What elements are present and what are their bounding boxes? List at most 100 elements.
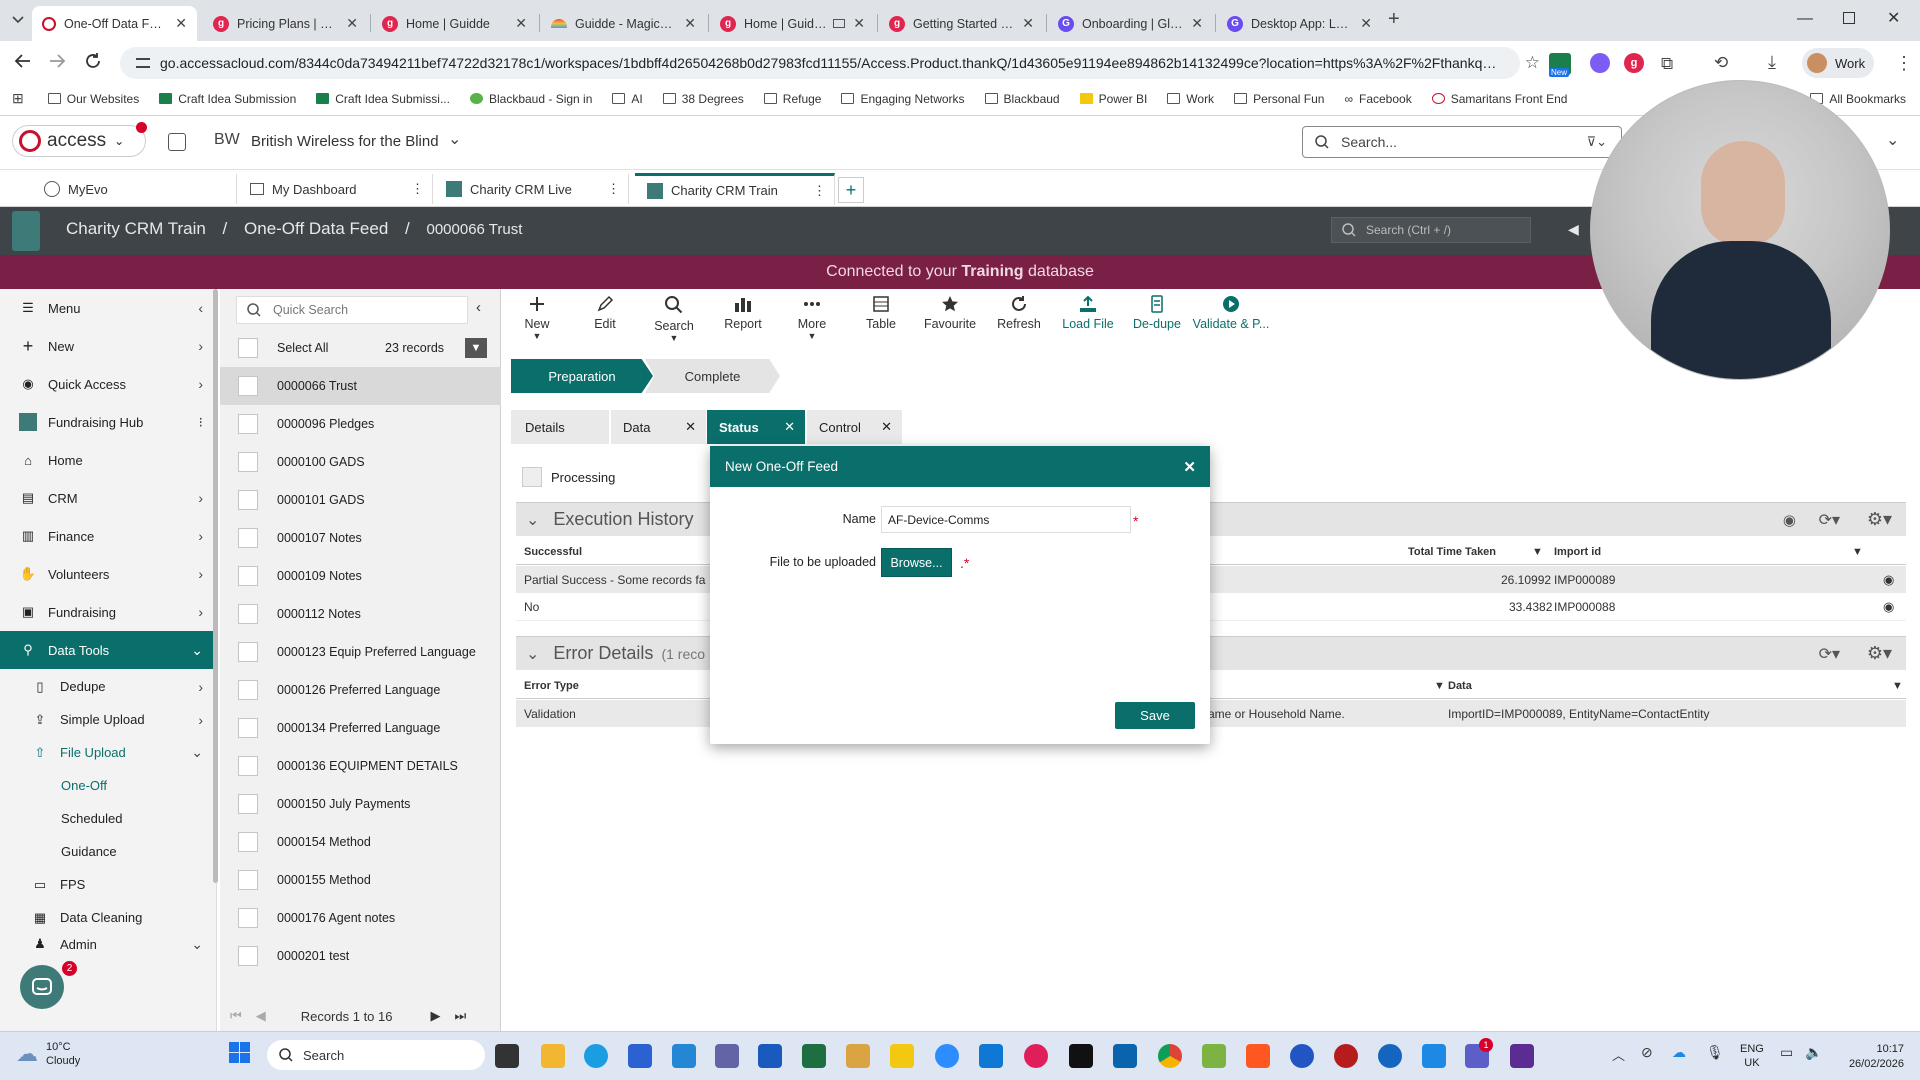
sidebar-item-file-upload[interactable]: ⇧ File Upload ⌄ (0, 736, 216, 769)
browser-tab[interactable]: g Home | Guidde ✕ (710, 6, 875, 41)
chevron-left-icon[interactable]: ‹ (198, 300, 203, 316)
list-item[interactable]: 0000155 Method (220, 861, 501, 899)
download-icon[interactable]: ⤓ (1768, 52, 1776, 73)
toolbar-dedupe-button[interactable]: De-dupe (1122, 295, 1192, 331)
row-checkbox[interactable] (238, 566, 258, 586)
refresh-icon[interactable]: ⟳▾ (1819, 510, 1840, 530)
sidebar-item-one-off[interactable]: One-Off (0, 769, 216, 802)
tab-status[interactable]: Status ✕ (707, 410, 805, 444)
app-icon[interactable] (1334, 1044, 1358, 1068)
site-info-icon[interactable] (136, 58, 150, 68)
sidebar-item-fundraising-hub[interactable]: Fundraising Hub ⁝ (0, 403, 216, 441)
list-item[interactable]: 0000136 EQUIPMENT DETAILS (220, 747, 501, 785)
filter-icon[interactable]: ▼ (1852, 546, 1863, 558)
browser-tab[interactable]: g Getting Started with Capt ✕ (879, 6, 1044, 41)
sidebar-item-data-cleaning[interactable]: ▦ Data Cleaning (0, 901, 216, 934)
app-icon[interactable] (979, 1044, 1003, 1068)
close-icon[interactable]: ✕ (1183, 458, 1196, 476)
bookmark[interactable]: Engaging Networks (841, 92, 965, 106)
close-icon[interactable]: ✕ (515, 15, 527, 32)
sidebar-item-guidance[interactable]: Guidance (0, 835, 216, 868)
collapse-left-icon[interactable]: ◀ (1568, 221, 1579, 238)
sidebar-item-fps[interactable]: ▭ FPS (0, 868, 216, 901)
next-page-icon[interactable]: ▶ (430, 1008, 440, 1024)
weather-widget[interactable]: ☁ 10°C Cloudy (16, 1040, 80, 1068)
task-view-icon[interactable] (495, 1044, 519, 1068)
close-icon[interactable]: ✕ (1360, 15, 1372, 32)
kebab-menu-icon[interactable]: ⋮ (607, 181, 620, 197)
taskbar-search-input[interactable]: Search (267, 1040, 485, 1070)
puzzle-icon[interactable]: ⧉ (1661, 54, 1673, 74)
list-item[interactable]: 0000101 GADS (220, 481, 501, 519)
toolbar-load-file-button[interactable]: Load File (1053, 295, 1123, 331)
sidebar-item-scheduled[interactable]: Scheduled (0, 802, 216, 835)
file-explorer-icon[interactable] (541, 1044, 565, 1068)
all-bookmarks[interactable]: All Bookmarks (1810, 92, 1906, 106)
filter-icon[interactable]: ▼ (465, 338, 487, 358)
list-item[interactable]: 0000107 Notes (220, 519, 501, 557)
history-icon[interactable]: ⟲ (1714, 53, 1728, 73)
tray-app-icon[interactable]: ⊘ (1641, 1044, 1653, 1061)
workspace-tab-crm-live[interactable]: Charity CRM Live ⋮ (434, 174, 629, 204)
browser-tab[interactable]: g Home | Guidde ✕ (372, 6, 537, 41)
chevron-down-icon[interactable]: ⌄ (526, 510, 539, 530)
minimize-icon[interactable]: — (1797, 10, 1813, 28)
list-item[interactable]: 0000154 Method (220, 823, 501, 861)
close-icon[interactable]: ✕ (346, 15, 358, 32)
breadcrumb-item[interactable]: Charity CRM Train (66, 219, 206, 238)
name-input[interactable] (881, 506, 1131, 533)
chat-launcher[interactable]: 2 (20, 961, 77, 1009)
app-search-input[interactable]: Search (Ctrl + /) (1331, 217, 1531, 243)
prev-page-icon[interactable]: ◀ (256, 1008, 266, 1024)
kebab-menu-icon[interactable]: ⋮ (411, 181, 424, 197)
windows-start-icon[interactable] (229, 1042, 250, 1063)
app-icon[interactable] (1378, 1044, 1402, 1068)
eye-icon[interactable]: ◉ (1883, 572, 1894, 588)
sidebar-item-admin[interactable]: ♟ Admin ⌄ (0, 934, 216, 954)
close-icon[interactable]: ✕ (784, 419, 795, 435)
row-checkbox[interactable] (238, 870, 258, 890)
toolbar-edit-button[interactable]: Edit (570, 295, 640, 331)
row-checkbox[interactable] (238, 832, 258, 852)
back-arrow-icon[interactable] (14, 52, 32, 70)
sidebar-item-home[interactable]: ⌂ Home (0, 441, 216, 479)
row-checkbox[interactable] (238, 718, 258, 738)
toolbar-validate-button[interactable]: Validate & P... (1191, 295, 1271, 331)
list-item[interactable]: 0000123 Equip Preferred Language (220, 633, 501, 671)
row-checkbox[interactable] (238, 794, 258, 814)
slack-icon[interactable] (1024, 1044, 1048, 1068)
edge-icon[interactable] (584, 1044, 608, 1068)
tab-details[interactable]: Details (511, 410, 609, 444)
bookmark[interactable]: Power BI (1079, 92, 1147, 106)
eye-icon[interactable]: ◉ (1883, 599, 1894, 615)
browser-tab[interactable]: Guidde - Magically create ✕ (541, 6, 706, 41)
close-icon[interactable]: ✕ (684, 15, 696, 32)
bookmark[interactable]: Blackbaud - Sign in (469, 92, 592, 106)
bookmark[interactable]: Refuge (763, 92, 821, 106)
sidebar-item-simple-upload[interactable]: ⇪ Simple Upload › (0, 703, 216, 736)
bookmark[interactable]: Blackbaud (984, 92, 1060, 106)
browser-tab[interactable]: G Desktop App: Login | Glitt ✕ (1217, 6, 1382, 41)
tab-control[interactable]: Control ✕ (807, 410, 902, 444)
excel-icon[interactable] (802, 1044, 826, 1068)
workspace-tab-crm-train[interactable]: Charity CRM Train ⋮ (635, 173, 835, 205)
network-icon[interactable]: ▭ (1780, 1044, 1793, 1061)
close-icon[interactable]: ✕ (853, 15, 865, 32)
forward-arrow-icon[interactable] (48, 52, 66, 70)
filter-icon[interactable]: ▼ (1532, 546, 1543, 558)
chevron-down-icon[interactable]: ⌄ (1886, 130, 1899, 150)
first-page-icon[interactable]: ⏮ (230, 1008, 242, 1024)
kebab-menu-icon[interactable]: ⋮ (813, 183, 826, 199)
list-item[interactable]: 0000096 Pledges (220, 405, 501, 443)
guidde-extension-icon[interactable]: g (1624, 53, 1644, 73)
language-indicator[interactable]: ENG UK (1740, 1042, 1764, 1070)
sidebar-item-data-tools[interactable]: ⚲ Data Tools ⌄ (0, 631, 216, 669)
toolbar-favourite-button[interactable]: Favourite (915, 295, 985, 331)
list-item[interactable]: 0000126 Preferred Language (220, 671, 501, 709)
row-checkbox[interactable] (238, 528, 258, 548)
browser-tab[interactable]: G Onboarding | Glitter AI ✕ (1048, 6, 1213, 41)
sidebar-item-dedupe[interactable]: ▯ Dedupe › (0, 670, 216, 703)
filter-icon[interactable]: ⊽⌄ (1587, 134, 1607, 150)
toolbar-report-button[interactable]: Report (708, 295, 778, 331)
row-checkbox[interactable] (238, 604, 258, 624)
